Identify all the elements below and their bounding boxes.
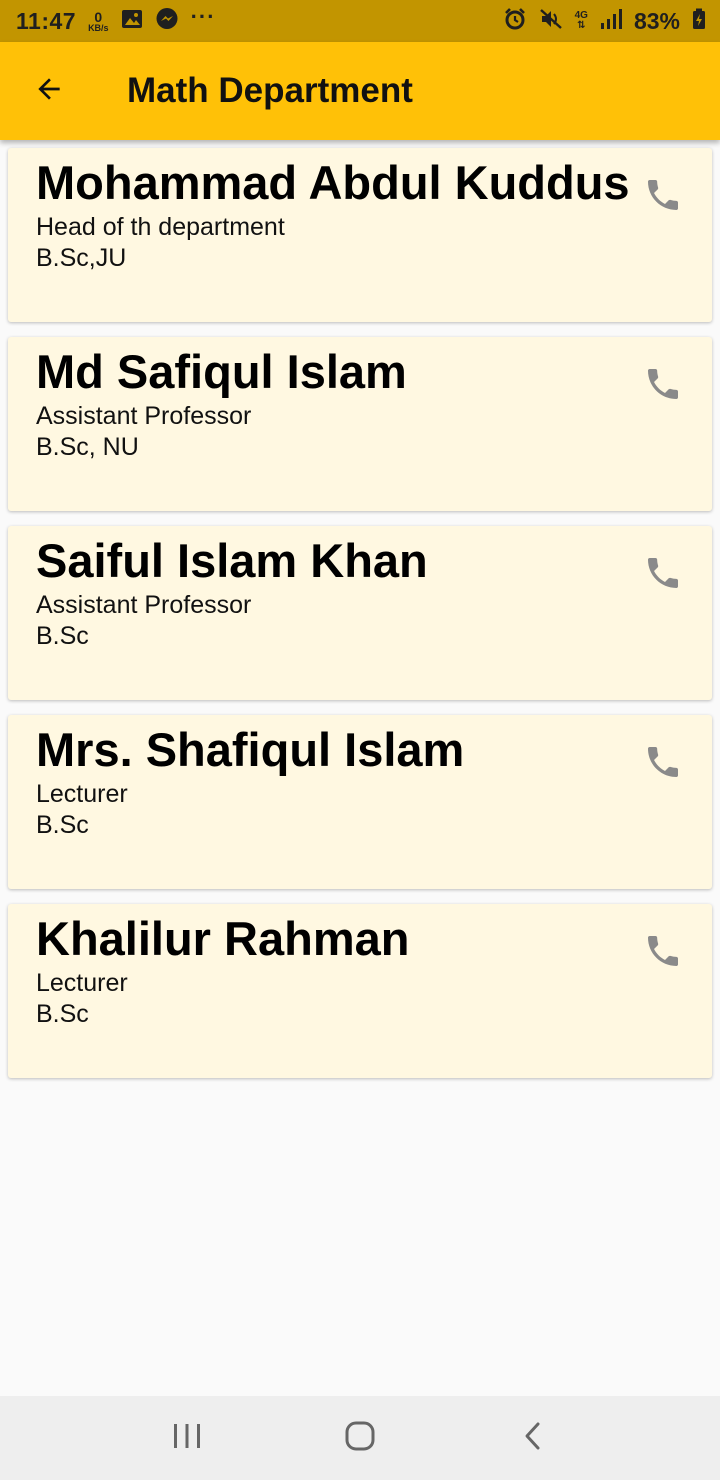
teacher-name: Md Safiqul Islam [36, 345, 407, 398]
home-icon [344, 1420, 376, 1457]
page-title: Math Department [127, 71, 413, 110]
teacher-qualification: B.Sc, NU [36, 433, 139, 461]
teacher-designation: Head of th department [36, 213, 285, 241]
net-speed-value: 0 [94, 8, 103, 25]
mute-icon [539, 7, 563, 36]
screen: 11:47 0 KB/s ··· 4G ⇅ 83% Math Departmen… [0, 0, 720, 1480]
recent-apps-button[interactable] [147, 1408, 227, 1468]
gallery-icon [121, 9, 143, 34]
status-time: 11:47 [16, 7, 77, 34]
net-speed-indicator: 0 KB/s [88, 10, 109, 33]
app-bar: Math Department [0, 42, 720, 140]
teacher-card[interactable]: Mohammad Abdul Kuddus Head of th departm… [8, 148, 712, 322]
teacher-card[interactable]: Md Safiqul Islam Assistant Professor B.S… [8, 337, 712, 511]
teacher-qualification: B.Sc,JU [36, 244, 127, 272]
teacher-card[interactable]: Khalilur Rahman Lecturer B.Sc [8, 904, 712, 1078]
battery-level: 83% [633, 7, 680, 34]
recent-apps-icon [172, 1422, 202, 1455]
network-type-indicator: 4G ⇅ [575, 11, 588, 31]
call-button[interactable] [640, 741, 686, 787]
status-right: 4G ⇅ 83% [503, 7, 706, 36]
back-button[interactable] [0, 42, 98, 140]
alarm-icon [503, 7, 527, 36]
call-button[interactable] [640, 174, 686, 220]
signal-icon [600, 8, 622, 35]
teacher-card[interactable]: Saiful Islam Khan Assistant Professor B.… [8, 526, 712, 700]
system-navigation-bar [0, 1396, 720, 1480]
status-left: 11:47 0 KB/s ··· [16, 4, 216, 36]
phone-icon [643, 364, 683, 409]
phone-icon [643, 742, 683, 787]
teacher-designation: Assistant Professor [36, 591, 252, 619]
more-notifications-indicator: ··· [190, 4, 216, 29]
messenger-icon [155, 7, 179, 36]
call-button[interactable] [640, 930, 686, 976]
arrow-back-icon [33, 73, 65, 110]
status-bar: 11:47 0 KB/s ··· 4G ⇅ 83% [0, 0, 720, 42]
teacher-name: Saiful Islam Khan [36, 534, 428, 587]
teacher-qualification: B.Sc [36, 622, 89, 650]
teacher-designation: Lecturer [36, 780, 128, 808]
battery-charging-icon [692, 8, 706, 35]
teacher-name: Mrs. Shafiqul Islam [36, 723, 465, 776]
chevron-left-icon [521, 1421, 545, 1456]
teacher-card[interactable]: Mrs. Shafiqul Islam Lecturer B.Sc [8, 715, 712, 889]
data-arrows-icon: ⇅ [577, 20, 586, 31]
teacher-list: Mohammad Abdul Kuddus Head of th departm… [8, 148, 712, 1093]
phone-icon [643, 931, 683, 976]
call-button[interactable] [640, 363, 686, 409]
phone-icon [643, 175, 683, 220]
teacher-qualification: B.Sc [36, 1000, 89, 1028]
teacher-name: Khalilur Rahman [36, 912, 410, 965]
home-button[interactable] [320, 1408, 400, 1468]
call-button[interactable] [640, 552, 686, 598]
phone-icon [643, 553, 683, 598]
teacher-designation: Lecturer [36, 969, 128, 997]
net-speed-unit: KB/s [88, 22, 109, 33]
teacher-designation: Assistant Professor [36, 402, 252, 430]
teacher-qualification: B.Sc [36, 811, 89, 839]
system-back-button[interactable] [493, 1408, 573, 1468]
teacher-name: Mohammad Abdul Kuddus [36, 156, 630, 209]
